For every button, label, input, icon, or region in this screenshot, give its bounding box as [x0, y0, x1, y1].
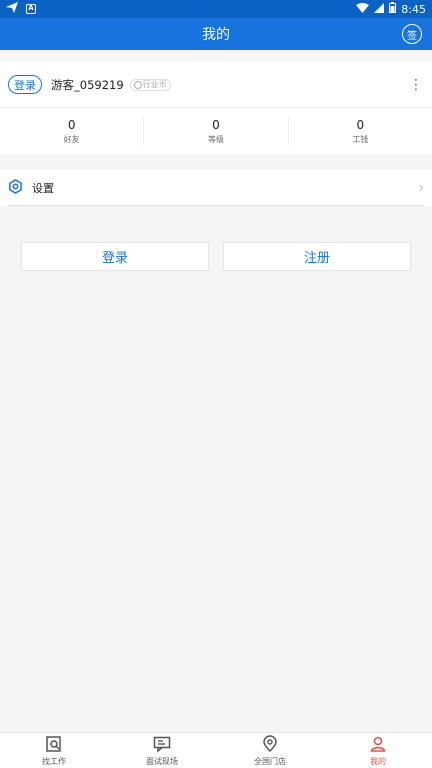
profile-row: 登录 游客_059219 行业币 ⋮	[0, 62, 432, 108]
notification-a-icon: A	[26, 4, 36, 14]
signal-icon	[374, 2, 385, 16]
stat-label: 等级	[207, 134, 224, 144]
status-bar: A 8:45	[0, 0, 432, 18]
more-options-icon[interactable]: ⋮	[408, 77, 424, 93]
stats-row: 0 好友 0 等级 0 工钱	[0, 110, 432, 152]
tab-label: 找工作	[42, 756, 66, 766]
profile-login-label: 登录	[14, 78, 36, 92]
stat-level[interactable]: 0 等级	[144, 116, 289, 146]
battery-icon	[389, 2, 397, 16]
stat-value: 0	[356, 117, 365, 132]
stat-label: 好友	[63, 134, 80, 144]
interview-chat-icon	[153, 735, 171, 755]
tab-label: 全国门店	[254, 756, 286, 766]
tab-label: 我的	[370, 756, 386, 766]
settings-item[interactable]: 设置 ›	[0, 170, 432, 206]
store-location-icon	[261, 734, 279, 755]
coin-icon	[133, 80, 142, 89]
coin-badge-label: 行业币	[142, 80, 167, 89]
stat-wages[interactable]: 0 工钱	[289, 116, 432, 146]
page-title: 我的	[202, 27, 230, 43]
tab-me[interactable]: 我的	[324, 733, 432, 768]
bottom-tab-bar: 找工作 面试现场 全国门店 我的	[0, 732, 432, 768]
login-button-label: 登录	[101, 251, 128, 266]
username: 游客_059219	[51, 77, 124, 92]
profile-login-button[interactable]: 登录	[8, 75, 42, 94]
register-button-label: 注册	[303, 251, 330, 266]
settings-label: 设置	[32, 182, 54, 195]
tab-interview[interactable]: 面试现场	[108, 733, 216, 768]
sign-icon: 签	[407, 30, 417, 42]
stat-value: 0	[212, 117, 220, 132]
tab-stores[interactable]: 全国门店	[216, 733, 324, 768]
login-button[interactable]: 登录	[21, 242, 209, 271]
send-icon	[6, 2, 18, 16]
sign-in-button[interactable]: 签	[402, 24, 422, 44]
profile-icon	[369, 735, 387, 755]
status-time: 8:45	[401, 2, 426, 16]
app-bar: 我的 签	[0, 18, 432, 50]
coin-badge: 行业币	[129, 78, 171, 91]
tab-label: 面试现场	[146, 756, 178, 766]
tab-find-job[interactable]: 找工作	[0, 733, 108, 768]
chevron-right-icon: ›	[418, 180, 424, 196]
profile-card: 登录 游客_059219 行业币 ⋮ 0 好友 0 等级 0 工钱	[0, 62, 432, 154]
register-button[interactable]: 注册	[223, 242, 411, 271]
wifi-icon	[356, 2, 370, 16]
stat-value: 0	[67, 117, 76, 132]
stat-label: 工钱	[352, 134, 369, 144]
stat-friends[interactable]: 0 好友	[0, 116, 145, 146]
job-search-icon	[45, 735, 63, 755]
settings-gear-icon	[8, 178, 23, 198]
